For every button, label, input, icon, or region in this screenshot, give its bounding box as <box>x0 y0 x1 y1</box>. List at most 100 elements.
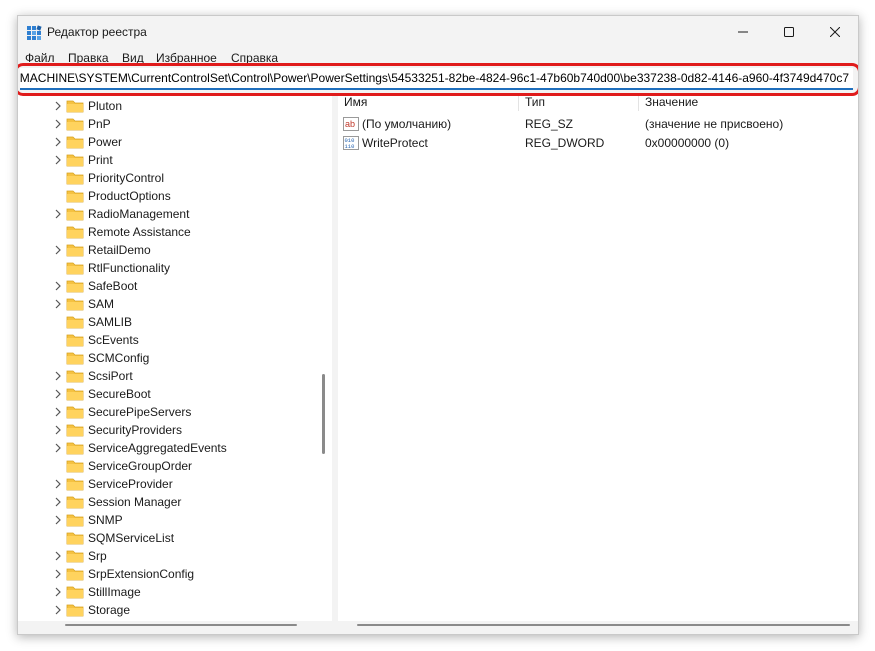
chevron-right-icon[interactable] <box>54 97 62 115</box>
chevron-right-icon[interactable] <box>54 439 62 457</box>
tree-item[interactable]: ScsiPort <box>18 367 318 385</box>
minimize-button[interactable] <box>720 16 766 48</box>
tree-item[interactable]: SCMConfig <box>18 349 318 367</box>
tree-item-label: Storage <box>88 603 131 617</box>
values-horizontal-thumb[interactable] <box>357 624 850 626</box>
regedit-icon <box>27 25 42 40</box>
tree-horizontal-thumb[interactable] <box>65 624 297 626</box>
window-title: Редактор реестра <box>47 25 147 39</box>
tree-item[interactable]: ProductOptions <box>18 187 318 205</box>
column-divider[interactable] <box>638 93 639 111</box>
title-bar[interactable]: Редактор реестра <box>18 16 858 48</box>
menu-view[interactable]: Вид <box>122 51 144 65</box>
tree-scroll-thumb[interactable] <box>322 374 325 454</box>
tree-item[interactable]: ScEvents <box>18 331 318 349</box>
values-list[interactable]: Имя Тип Значение ab (По умолчанию) REG_S… <box>338 93 858 624</box>
menu-help[interactable]: Справка <box>231 51 278 65</box>
tree-item-label: RadioManagement <box>88 207 190 221</box>
tree-item-label: SrpExtensionConfig <box>88 567 195 581</box>
minimize-icon <box>738 31 748 33</box>
tree-item[interactable]: SecureBoot <box>18 385 318 403</box>
tree-item[interactable]: SrpExtensionConfig <box>18 565 318 583</box>
folder-icon <box>66 243 84 257</box>
chevron-right-icon[interactable] <box>54 511 62 529</box>
tree-item-label: Pluton <box>88 99 123 113</box>
values-horizontal-scrollbar[interactable] <box>338 621 858 634</box>
tree-item[interactable]: SNMP <box>18 511 318 529</box>
menu-bar: Файл Правка Вид Избранное Справка <box>18 48 858 68</box>
menu-favorites[interactable]: Избранное <box>156 51 217 65</box>
chevron-right-icon[interactable] <box>54 115 62 133</box>
chevron-right-icon[interactable] <box>54 295 62 313</box>
tree-item-label: ScsiPort <box>88 369 133 383</box>
tree-item[interactable]: ServiceAggregatedEvents <box>18 439 318 457</box>
tree-item[interactable]: PriorityControl <box>18 169 318 187</box>
folder-icon <box>66 207 84 221</box>
chevron-right-icon[interactable] <box>54 205 62 223</box>
tree-item[interactable]: Remote Assistance <box>18 223 318 241</box>
chevron-right-icon[interactable] <box>54 493 62 511</box>
tree-item-label: Session Manager <box>88 495 182 509</box>
chevron-right-icon[interactable] <box>54 475 62 493</box>
menu-edit[interactable]: Правка <box>68 51 109 65</box>
chevron-right-icon[interactable] <box>54 547 62 565</box>
address-path[interactable]: CAL_MACHINE\SYSTEM\CurrentControlSet\Con… <box>20 71 849 85</box>
tree-item[interactable]: SecurityProviders <box>18 421 318 439</box>
chevron-right-icon[interactable] <box>54 133 62 151</box>
chevron-right-icon[interactable] <box>54 583 62 601</box>
tree-item[interactable]: ServiceProvider <box>18 475 318 493</box>
close-button[interactable] <box>812 16 858 48</box>
folder-icon <box>66 549 84 563</box>
maximize-button[interactable] <box>766 16 812 48</box>
tree-item[interactable]: SAMLIB <box>18 313 318 331</box>
tree-horizontal-scrollbar[interactable] <box>18 621 332 632</box>
binary-value-icon: 010 110 <box>343 136 359 150</box>
tree-item[interactable]: SecurePipeServers <box>18 403 318 421</box>
folder-icon <box>66 279 84 293</box>
folder-icon <box>66 603 84 617</box>
chevron-right-icon[interactable] <box>54 385 62 403</box>
tree-item[interactable]: ServiceGroupOrder <box>18 457 318 475</box>
column-header-name[interactable]: Имя <box>344 95 367 113</box>
maximize-icon <box>784 27 794 37</box>
chevron-right-icon[interactable] <box>54 277 62 295</box>
value-row[interactable]: ab (По умолчанию) REG_SZ (значение не пр… <box>338 115 858 133</box>
column-header-type[interactable]: Тип <box>525 95 545 113</box>
value-data: (значение не присвоено) <box>645 117 784 131</box>
tree-item[interactable]: Power <box>18 133 318 151</box>
chevron-right-icon[interactable] <box>54 241 62 259</box>
chevron-right-icon[interactable] <box>54 565 62 583</box>
tree-item[interactable]: RetailDemo <box>18 241 318 259</box>
tree-item[interactable]: RadioManagement <box>18 205 318 223</box>
tree-item[interactable]: Print <box>18 151 318 169</box>
tree-item-label: ProductOptions <box>88 189 171 203</box>
tree-item[interactable]: StillImage <box>18 583 318 601</box>
tree-item-label: PriorityControl <box>88 171 165 185</box>
column-header-value[interactable]: Значение <box>645 95 698 113</box>
address-bar[interactable]: CAL_MACHINE\SYSTEM\CurrentControlSet\Con… <box>20 68 853 90</box>
chevron-right-icon[interactable] <box>54 601 62 619</box>
tree-item[interactable]: SQMServiceList <box>18 529 318 547</box>
value-row[interactable]: 010 110 WriteProtect REG_DWORD 0x0000000… <box>338 134 858 152</box>
folder-icon <box>66 441 84 455</box>
chevron-right-icon[interactable] <box>54 403 62 421</box>
tree-item[interactable]: Session Manager <box>18 493 318 511</box>
column-divider[interactable] <box>518 93 519 111</box>
tree-item[interactable]: SAM <box>18 295 318 313</box>
tree-item[interactable]: PnP <box>18 115 318 133</box>
chevron-right-icon[interactable] <box>54 367 62 385</box>
tree-item[interactable]: SafeBoot <box>18 277 318 295</box>
tree-item[interactable]: RtlFunctionality <box>18 259 318 277</box>
tree-item[interactable]: Srp <box>18 547 318 565</box>
key-tree[interactable]: Pluton PnP Power Print PriorityControl Produc… <box>18 93 332 624</box>
tree-item-label: SecurityProviders <box>88 423 183 437</box>
tree-item[interactable]: Storage <box>18 601 318 619</box>
value-data: 0x00000000 (0) <box>645 136 730 150</box>
chevron-right-icon[interactable] <box>54 421 62 439</box>
chevron-right-icon[interactable] <box>54 151 62 169</box>
tree-item-label: StillImage <box>88 585 141 599</box>
string-value-icon: ab <box>343 117 359 131</box>
menu-file[interactable]: Файл <box>25 51 55 65</box>
tree-item[interactable]: Pluton <box>18 97 318 115</box>
tree-vertical-scrollbar[interactable] <box>318 93 330 624</box>
